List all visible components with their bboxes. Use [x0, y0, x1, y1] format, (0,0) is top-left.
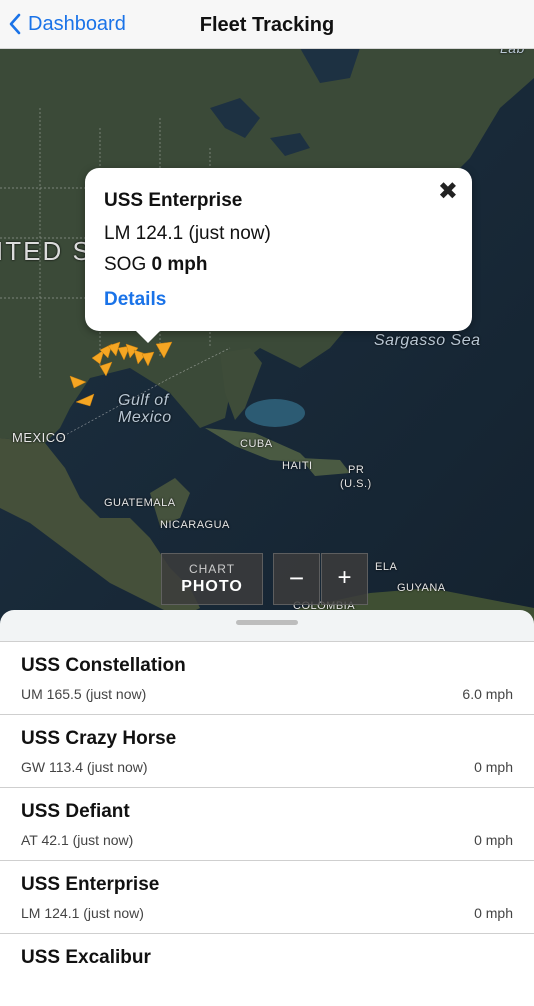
zoom-out-button[interactable]: − [273, 553, 320, 605]
vessel-location: UM 165.5 (just now) [21, 686, 147, 702]
vessel-row[interactable]: USS Enterprise LM 124.1 (just now) 0 mph [0, 860, 534, 933]
map-label-country: ITED S [0, 236, 92, 266]
vessel-location: LM 124.1 (just now) [21, 905, 144, 921]
sheet-grabber[interactable] [236, 620, 298, 625]
page-title: Fleet Tracking [199, 14, 335, 36]
map-label-pr-2: (U.S.) [340, 478, 372, 490]
callout-location: LM 124.1 (just now) [104, 223, 271, 244]
vessel-row[interactable]: USS Defiant AT 42.1 (just now) 0 mph [0, 787, 534, 860]
map-label-nicaragua: NICARAGUA [160, 519, 230, 531]
vessel-row[interactable]: USS Excalibur [0, 933, 534, 1006]
vessel-list: USS Constellation UM 165.5 (just now) 6.… [0, 641, 534, 1006]
callout-sog: SOG 0 mph [104, 254, 207, 276]
map-label-ela: ELA [375, 561, 398, 573]
vessel-speed: 6.0 mph [462, 686, 513, 702]
callout-sog-label: SOG [104, 254, 147, 275]
satellite-map[interactable]: ITED S MEXICO Gulf of Mexico Sargasso Se… [0, 48, 534, 648]
vessel-location: AT 42.1 (just now) [21, 832, 134, 848]
mode-chart-label: CHART [188, 562, 236, 576]
map-mode-toggle[interactable]: CHART PHOTO [161, 553, 263, 605]
callout-vessel-name: USS Enterprise [104, 190, 243, 211]
vessel-location: GW 113.4 (just now) [21, 759, 148, 775]
close-icon[interactable]: ✖ [438, 180, 458, 204]
zoom-in-button[interactable]: + [321, 553, 368, 605]
map-label-gulf-1: Gulf of [118, 392, 169, 409]
vessel-name: USS Constellation [21, 655, 186, 676]
vessel-row[interactable]: USS Crazy Horse GW 113.4 (just now) 0 mp… [0, 714, 534, 787]
vessel-speed: 0 mph [474, 905, 513, 921]
map-label-cuba: CUBA [240, 438, 273, 450]
vessel-speed: 0 mph [474, 759, 513, 775]
vessel-sheet: USS Constellation UM 165.5 (just now) 6.… [0, 610, 534, 1006]
nav-bar: Dashboard Fleet Tracking [0, 0, 534, 49]
map-label-gulf-2: Mexico [118, 409, 172, 426]
vessel-name: USS Defiant [21, 801, 130, 822]
mode-photo-label: PHOTO [181, 578, 243, 595]
vessel-row[interactable]: USS Constellation UM 165.5 (just now) 6.… [0, 641, 534, 714]
vessel-name: USS Crazy Horse [21, 728, 177, 749]
map-label-top-right: Lab [500, 48, 525, 56]
map-label-guyana: GUYANA [397, 582, 446, 594]
map-label-sargasso: Sargasso Sea [374, 332, 481, 349]
map-label-haiti: HAITI [282, 460, 313, 472]
map-label-pr-1: PR [348, 464, 365, 476]
callout-sog-value: 0 mph [151, 254, 208, 275]
vessel-speed: 0 mph [474, 832, 513, 848]
vessel-callout: USS Enterprise ✖ LM 124.1 (just now) SOG… [85, 168, 472, 343]
vessel-name: USS Excalibur [21, 947, 151, 968]
map-label-guatemala: GUATEMALA [104, 497, 176, 509]
details-link[interactable]: Details [104, 289, 166, 311]
vessel-name: USS Enterprise [21, 874, 160, 895]
map-label-mexico: MEXICO [12, 430, 67, 445]
